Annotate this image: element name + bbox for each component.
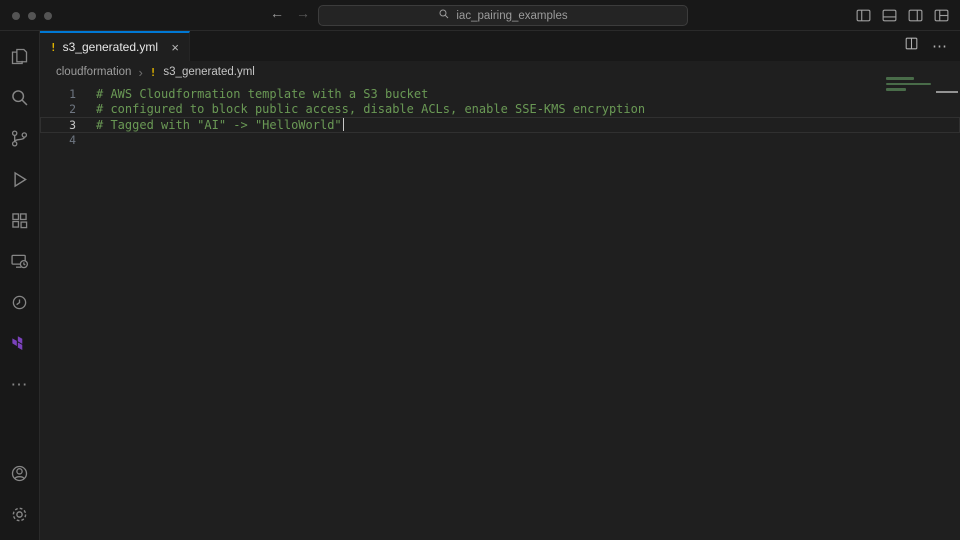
toggle-secondary-sidebar-icon[interactable] — [907, 7, 924, 24]
line-number: 3 — [40, 118, 76, 132]
minimap-line — [886, 83, 931, 86]
window-minimize-button[interactable] — [28, 12, 36, 20]
line-number: 2 — [40, 102, 76, 116]
remote-explorer-icon[interactable] — [0, 241, 40, 282]
text-cursor — [343, 118, 345, 131]
chevron-right-icon: › — [138, 65, 142, 80]
tab-label: s3_generated.yml — [63, 40, 158, 54]
history-clock-icon[interactable] — [0, 282, 40, 323]
editor-actions: ⋯ — [904, 31, 960, 61]
search-sidebar-icon[interactable] — [0, 77, 40, 118]
main-area: ⋯ ! s3_generated.yml × — [0, 31, 960, 540]
command-center-label: iac_pairing_examples — [456, 10, 567, 22]
breadcrumb-folder[interactable]: cloudformation — [56, 66, 131, 78]
command-center-search[interactable]: iac_pairing_examples — [318, 5, 688, 26]
window-maximize-button[interactable] — [44, 12, 52, 20]
explorer-icon[interactable] — [0, 36, 40, 77]
history-nav: ← → — [270, 5, 310, 21]
minimap-line — [886, 88, 906, 91]
forward-arrow-icon[interactable]: → — [296, 5, 310, 21]
extensions-icon[interactable] — [0, 200, 40, 241]
tab-bar: ! s3_generated.yml × ⋯ — [40, 31, 960, 61]
activity-bar: ⋯ — [0, 31, 40, 540]
line-text: # configured to block public access, dis… — [76, 102, 645, 116]
tab-s3-generated-yml[interactable]: ! s3_generated.yml × — [40, 31, 190, 61]
more-actions-icon[interactable]: ⋯ — [932, 39, 947, 54]
line-number: 1 — [40, 87, 76, 101]
overview-ruler-cursor-marker — [936, 91, 958, 93]
code-editor[interactable]: 1 # AWS Cloudformation template with a S… — [40, 83, 960, 540]
line-number: 4 — [40, 133, 76, 147]
source-control-icon[interactable] — [0, 118, 40, 159]
back-arrow-icon[interactable]: ← — [270, 5, 284, 21]
search-icon — [438, 8, 450, 23]
toggle-panel-icon[interactable] — [881, 7, 898, 24]
editor-group: ! s3_generated.yml × ⋯ cloudformation › … — [40, 31, 960, 540]
account-icon[interactable] — [0, 453, 40, 494]
code-line: 4 — [40, 133, 960, 149]
split-editor-icon[interactable] — [904, 36, 919, 56]
minimap[interactable] — [886, 77, 932, 94]
code-line-active: 3 # Tagged with "AI" -> "HelloWorld" — [40, 117, 960, 133]
breadcrumb-file[interactable]: s3_generated.yml — [163, 66, 254, 78]
breadcrumb: cloudformation › ! s3_generated.yml — [40, 61, 960, 83]
terraform-icon[interactable] — [0, 323, 40, 364]
run-debug-icon[interactable] — [0, 159, 40, 200]
code-line: 1 # AWS Cloudformation template with a S… — [40, 86, 960, 102]
vscode-window: ← → iac_pairing_examples — [0, 0, 960, 540]
tab-close-icon[interactable]: × — [171, 40, 179, 55]
layout-controls — [855, 7, 950, 24]
window-close-button[interactable] — [12, 12, 20, 20]
line-text: # Tagged with "AI" -> "HelloWorld" — [76, 118, 342, 132]
title-bar: ← → iac_pairing_examples — [0, 0, 960, 31]
customize-layout-icon[interactable] — [933, 7, 950, 24]
yaml-file-icon: ! — [150, 66, 157, 79]
toggle-primary-sidebar-icon[interactable] — [855, 7, 872, 24]
code-line: 2 # configured to block public access, d… — [40, 102, 960, 118]
line-text: # AWS Cloudformation template with a S3 … — [76, 87, 428, 101]
additional-views-icon[interactable]: ⋯ — [0, 364, 40, 405]
window-controls — [12, 12, 52, 20]
yaml-file-icon: ! — [50, 41, 57, 54]
minimap-line — [886, 77, 914, 80]
settings-gear-icon[interactable] — [0, 494, 40, 535]
